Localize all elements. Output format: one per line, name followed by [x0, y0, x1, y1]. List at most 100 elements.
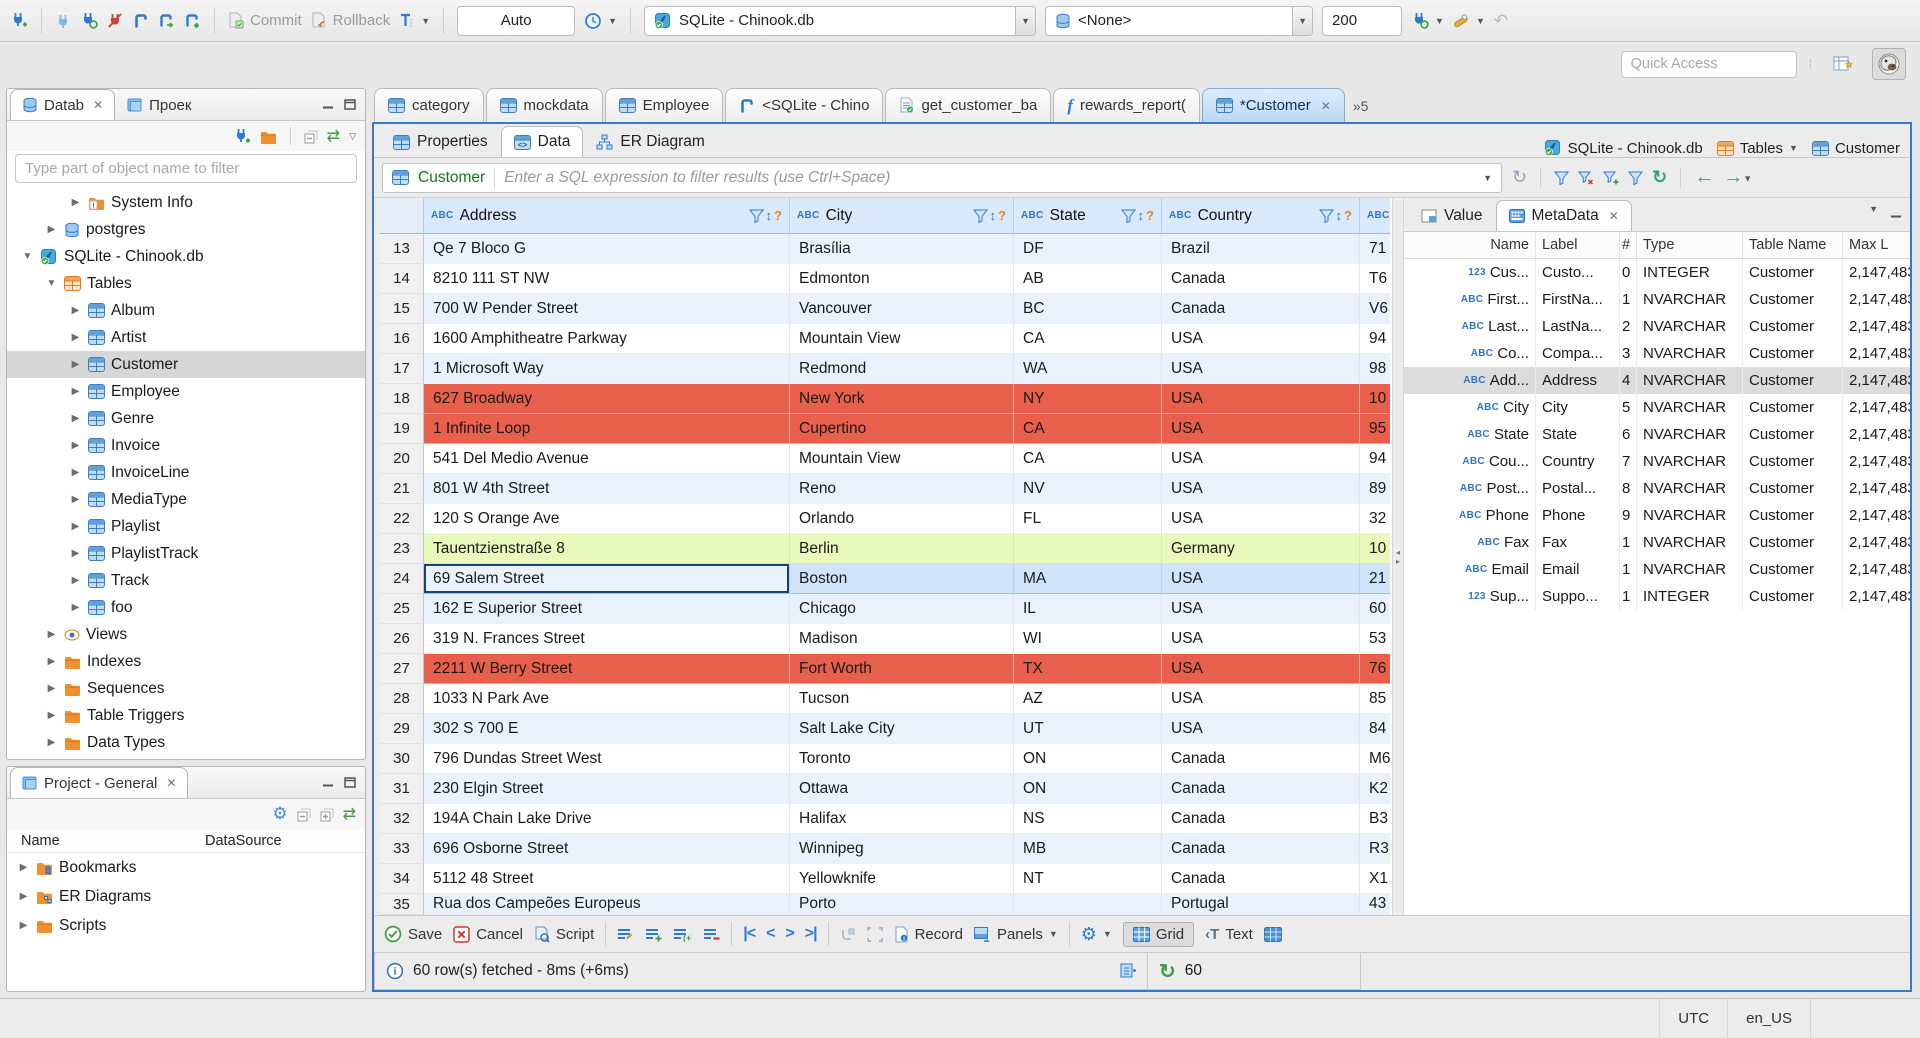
grid-cell[interactable]: 194A Chain Lake Drive [424, 804, 790, 834]
grid-cell[interactable]: Canada [1162, 774, 1360, 804]
undo-button[interactable]: ↶ [1494, 11, 1508, 31]
grid-cell[interactable]: Qe 7 Bloco G [424, 234, 790, 264]
grid-cell[interactable]: ON [1014, 774, 1162, 804]
maximize-button[interactable] [344, 95, 356, 112]
nav-new-connection-button[interactable] [233, 127, 251, 145]
sort-icon[interactable]: ↕ [1138, 208, 1145, 223]
sort-icon[interactable]: ↕ [1336, 208, 1343, 223]
metadata-row[interactable]: ABC Cou... Country 7 NVARCHAR Customer 2,147,4… [1404, 448, 1910, 475]
project-item-scripts[interactable]: ▶ Scripts [7, 911, 365, 940]
grid-cell[interactable]: 69 Salem Street [424, 564, 790, 594]
grid-cell[interactable]: USA [1162, 444, 1360, 474]
chevron-right-icon[interactable]: ▶ [45, 224, 58, 235]
row-number[interactable]: 15 [380, 294, 424, 324]
grid-cell[interactable]: 98 [1360, 354, 1390, 384]
chevron-right-icon[interactable]: ▶ [69, 413, 82, 424]
grid-cell[interactable]: 801 W 4th Street [424, 474, 790, 504]
grid-cell[interactable]: USA [1162, 714, 1360, 744]
grid-mode-button[interactable]: Grid [1122, 921, 1195, 947]
metadata-row[interactable]: ABC Fax Fax 1 NVARCHAR Customer 2,147,483 [1404, 529, 1910, 556]
grid-cell[interactable]: Mountain View [790, 444, 1014, 474]
tree-item-playlisttrack[interactable]: ▶ PlaylistTrack [7, 540, 365, 567]
filter-remove-button[interactable] [1578, 169, 1594, 186]
panel-splitter[interactable]: ◂ ▸ [1392, 198, 1404, 915]
query-history-button[interactable]: ▼ [584, 12, 617, 30]
timezone-indicator[interactable]: UTC [1659, 999, 1727, 1038]
tree-item-artist[interactable]: ▶ Artist [7, 324, 365, 351]
grid-cell[interactable]: Canada [1162, 834, 1360, 864]
commit-mode-combo[interactable]: Auto [457, 5, 576, 36]
row-number[interactable]: 22 [380, 504, 424, 534]
grid-cell[interactable]: 89 [1360, 474, 1390, 504]
grid-cell[interactable]: Tucson [790, 684, 1014, 714]
grid-cell[interactable]: NS [1014, 804, 1162, 834]
grid-cell[interactable]: Toronto [790, 744, 1014, 774]
grid-cell[interactable]: 94 [1360, 324, 1390, 354]
metadata-row[interactable]: ABC Add... Address 4 NVARCHAR Customer 2,147,4… [1404, 367, 1910, 394]
tree-item-system-info[interactable]: ▶ i System Info [7, 189, 365, 216]
row-number[interactable]: 35 [380, 894, 424, 915]
connection-combo-arrow[interactable]: ▼ [1015, 6, 1036, 35]
refresh-result-button[interactable]: ↻ [1652, 167, 1667, 188]
project-settings-button[interactable]: ⚙ [272, 804, 287, 824]
grid-cell[interactable]: 8210 111 ST NW [424, 264, 790, 294]
perspective-dbeaver-button[interactable] [1872, 48, 1906, 80]
grid-cell[interactable]: Berlin [790, 534, 1014, 564]
grid-cell[interactable]: Edmonton [790, 264, 1014, 294]
grid-cell[interactable]: Tauentzienstraße 8 [424, 534, 790, 564]
grid-cell[interactable]: MB [1014, 834, 1162, 864]
column-header-datasource[interactable]: DataSource [191, 833, 282, 849]
nav-forward-button[interactable]: → ▼ [1723, 166, 1752, 189]
tree-item-table-triggers[interactable]: ▶ Table Triggers [7, 702, 365, 729]
cancel-button[interactable]: Cancel [453, 926, 523, 943]
grid-cell[interactable]: UT [1014, 714, 1162, 744]
grid-cell[interactable]: Porto [790, 894, 1014, 915]
grid-cell[interactable]: TX [1014, 654, 1162, 684]
tree-item-mediatype[interactable]: ▶ MediaType [7, 486, 365, 513]
tree-item-foo[interactable]: ▶ foo [7, 594, 365, 621]
grid-cell[interactable]: Brazil [1162, 234, 1360, 264]
collapse-all-button[interactable] [297, 806, 311, 823]
grid-cell[interactable]: Portugal [1162, 894, 1360, 915]
grid-cell[interactable]: AB [1014, 264, 1162, 294]
panels-button[interactable]: Panels ▼ [973, 926, 1058, 943]
new-connection-button[interactable] [10, 12, 28, 30]
grid-cell[interactable]: Reno [790, 474, 1014, 504]
grid-cell[interactable]: WA [1014, 354, 1162, 384]
editor-tab-category[interactable]: category [374, 88, 484, 122]
column-filter-icon[interactable] [748, 209, 764, 223]
grid-cell[interactable]: Canada [1162, 264, 1360, 294]
flip-rows-button[interactable] [840, 926, 856, 943]
row-number[interactable]: 29 [380, 714, 424, 744]
row-number[interactable]: 28 [380, 684, 424, 714]
tree-item-playlist[interactable]: ▶ Playlist [7, 513, 365, 540]
chevron-right-icon[interactable]: ▶ [69, 548, 82, 559]
chevron-right-icon[interactable]: ▶ [45, 737, 58, 748]
editor-tab-employee[interactable]: Employee [604, 88, 724, 122]
filter-save-button[interactable] [1603, 169, 1619, 186]
chevron-right-icon[interactable]: ▶ [69, 359, 82, 370]
expand-all-button[interactable] [320, 806, 334, 823]
row-number[interactable]: 23 [380, 534, 424, 564]
grid-cell[interactable]: New York [790, 384, 1014, 414]
compare-button[interactable] [1263, 926, 1282, 943]
editor-tab-get-customer-ba[interactable]: get_customer_ba [885, 88, 1052, 122]
tab-database-navigator[interactable]: Datab ✕ [10, 89, 116, 120]
grid-cell[interactable]: 60 [1360, 594, 1390, 624]
metadata-row[interactable]: 123 Cus... Custo... 0 INTEGER Customer 2,147,4… [1404, 259, 1910, 286]
grid-cell[interactable]: 796 Dundas Street West [424, 744, 790, 774]
grid-cell[interactable] [1014, 894, 1162, 915]
save-button[interactable]: Save [384, 925, 442, 943]
grid-cell[interactable]: Boston [790, 564, 1014, 594]
grid-cell[interactable]: Chicago [790, 594, 1014, 624]
grid-cell[interactable]: USA [1162, 414, 1360, 444]
nav-back-button[interactable]: ← [1694, 166, 1714, 189]
grid-cell[interactable]: Salt Lake City [790, 714, 1014, 744]
grid-cell[interactable]: MA [1014, 564, 1162, 594]
grid-cell[interactable]: M6 [1360, 744, 1390, 774]
grid-cell[interactable]: 21 [1360, 564, 1390, 594]
auto-refresh-box[interactable]: ↻ 60 [1148, 952, 1361, 990]
script-button[interactable]: Script [534, 926, 594, 943]
chevron-right-icon[interactable]: ▶ [69, 386, 82, 397]
text-mode-button[interactable]: ‹T Text [1205, 926, 1253, 943]
